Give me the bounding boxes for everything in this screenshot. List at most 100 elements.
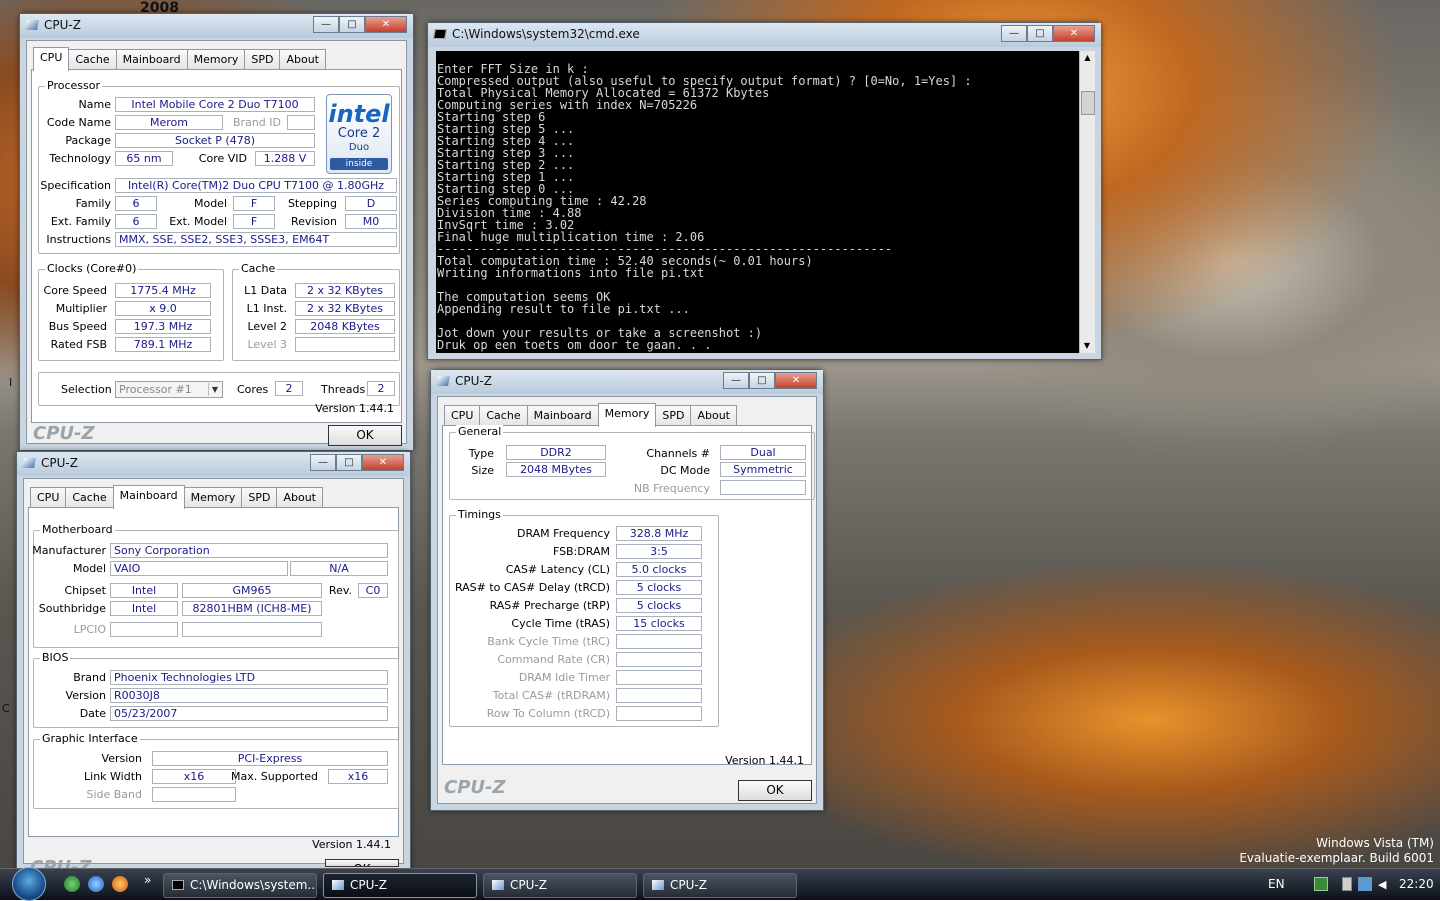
version-label: Version 1.44.1 — [315, 402, 394, 415]
chevron-down-icon[interactable]: ▼ — [208, 383, 221, 396]
cpuz-logo: CPU-Z — [33, 423, 95, 444]
scroll-up-icon[interactable]: ▲ — [1080, 51, 1095, 65]
value-corevid: 1.288 V — [255, 151, 315, 166]
start-button[interactable] — [12, 867, 46, 901]
task-cmd[interactable]: C:\Windows\system... — [163, 873, 317, 898]
value-specification: Intel(R) Core(TM)2 Duo CPU T7100 @ 1.80G… — [115, 178, 397, 193]
task-cpuz-2[interactable]: CPU-Z — [483, 873, 637, 898]
cpuz-cpu-window[interactable]: CPU-Z — □ ✕ CPU Cache Mainboard Memory S… — [19, 13, 414, 451]
label-family: Family — [75, 197, 111, 210]
timing-label: RAS# Precharge (tRP) — [489, 599, 610, 612]
label-extmodel: Ext. Model — [169, 215, 227, 228]
tab-about[interactable]: About — [276, 487, 323, 508]
timings-group: Timings DRAM Frequency 328.8 MHz FSB:DRAM 3… — [449, 508, 719, 727]
ok-button[interactable]: OK — [325, 859, 399, 867]
tab-spd[interactable]: SPD — [244, 49, 281, 70]
tab-about[interactable]: About — [690, 405, 737, 426]
tab-cache[interactable]: Cache — [65, 487, 114, 508]
cmd-titlebar[interactable]: C:\Windows\system32\cmd.exe — □ ✕ — [428, 23, 1101, 47]
tab-cpu[interactable]: CPU — [33, 47, 70, 71]
cmd-window[interactable]: C:\Windows\system32\cmd.exe — □ ✕ Enter … — [427, 22, 1102, 360]
quicklaunch-messenger-icon[interactable] — [64, 876, 80, 892]
ok-button[interactable]: OK — [328, 425, 402, 446]
battery-icon[interactable] — [1342, 877, 1352, 891]
label-technology: Technology — [49, 152, 111, 165]
tab-memory[interactable]: Memory — [597, 403, 657, 427]
value-chipset: GM965 — [182, 583, 322, 598]
console-scrollbar[interactable]: ▲ ▼ — [1079, 51, 1095, 353]
label-model: Model — [72, 562, 106, 575]
value-extmodel: F — [233, 214, 275, 229]
cpuz-app-icon — [22, 458, 36, 468]
network-lan-icon[interactable] — [1314, 877, 1328, 891]
cpuz-titlebar[interactable]: CPU-Z — □ ✕ — [17, 452, 410, 476]
minimize-button[interactable]: — — [313, 16, 339, 33]
motherboard-group: Motherboard Manufacturer Sony Corporatio… — [32, 523, 399, 648]
label-rev: Rev. — [328, 584, 352, 597]
maximize-button[interactable]: □ — [749, 372, 775, 389]
tab-mainboard[interactable]: Mainboard — [526, 405, 599, 426]
label-chipset: Chipset — [64, 584, 106, 597]
tab-cpu[interactable]: CPU — [444, 405, 481, 426]
console-output[interactable]: Enter FFT Size in k : Compressed output … — [436, 51, 1079, 353]
label-threads: Threads — [321, 383, 366, 396]
quicklaunch-ie-icon[interactable] — [88, 876, 104, 892]
value-extfamily: 6 — [115, 214, 157, 229]
value-family: 6 — [115, 196, 157, 211]
language-indicator[interactable]: EN — [1268, 877, 1285, 891]
close-button[interactable]: ✕ — [365, 16, 407, 33]
value-revision: M0 — [345, 214, 397, 229]
label-name: Name — [78, 98, 111, 111]
watermark-line1: Windows Vista (TM) — [1316, 836, 1434, 850]
value-package: Socket P (478) — [115, 133, 315, 148]
timing-value: 15 clocks — [616, 616, 702, 631]
minimize-button[interactable]: — — [723, 372, 749, 389]
tab-memory[interactable]: Memory — [186, 49, 246, 70]
tab-cpu[interactable]: CPU — [30, 487, 67, 508]
tab-about[interactable]: About — [279, 49, 326, 70]
tab-cache[interactable]: Cache — [68, 49, 117, 70]
maximize-button[interactable]: □ — [1027, 25, 1053, 42]
desktop-stray-text-left2: C — [2, 702, 10, 715]
group-title: Timings — [456, 508, 503, 521]
timing-value — [616, 670, 702, 685]
task-cpuz-1[interactable]: CPU-Z — [323, 873, 477, 898]
ok-button[interactable]: OK — [738, 780, 812, 801]
tab-memory[interactable]: Memory — [183, 487, 243, 508]
cpuz-mainboard-window[interactable]: CPU-Z — □ ✕ CPU Cache Mainboard Memory S… — [16, 451, 411, 871]
value-gi-version: PCI-Express — [152, 751, 388, 766]
tab-mainboard[interactable]: Mainboard — [115, 49, 188, 70]
value-technology: 65 nm — [115, 151, 173, 166]
quicklaunch-more-icon[interactable]: » — [144, 873, 151, 887]
cpu-tab-page: Processor Name Intel Mobile Core 2 Duo T… — [31, 69, 402, 423]
tab-cache[interactable]: Cache — [479, 405, 528, 426]
timing-label: CAS# Latency (CL) — [505, 563, 610, 576]
maximize-button[interactable]: □ — [336, 454, 362, 471]
value-brand: Phoenix Technologies LTD — [110, 670, 388, 685]
task-label: CPU-Z — [510, 878, 547, 892]
cpuz-memory-window[interactable]: CPU-Z — □ ✕ CPU Cache Mainboard Memory S… — [430, 369, 824, 811]
minimize-button[interactable]: — — [310, 454, 336, 471]
quicklaunch-firefox-icon[interactable] — [112, 876, 128, 892]
tab-spd[interactable]: SPD — [655, 405, 692, 426]
task-cpuz-3[interactable]: CPU-Z — [643, 873, 797, 898]
label-extfamily: Ext. Family — [50, 215, 111, 228]
maximize-button[interactable]: □ — [339, 16, 365, 33]
cpuz-titlebar[interactable]: CPU-Z — □ ✕ — [431, 370, 823, 394]
minimize-button[interactable]: — — [1001, 25, 1027, 42]
scroll-down-icon[interactable]: ▼ — [1080, 339, 1094, 353]
processor-select[interactable]: Processor #1 ▼ — [115, 381, 223, 398]
cpuz-titlebar[interactable]: CPU-Z — □ ✕ — [20, 14, 413, 38]
close-button[interactable]: ✕ — [362, 454, 404, 471]
close-button[interactable]: ✕ — [775, 372, 817, 389]
volume-icon[interactable]: ◀ — [1378, 878, 1386, 891]
scroll-thumb[interactable] — [1081, 91, 1095, 115]
close-button[interactable]: ✕ — [1053, 25, 1095, 42]
timing-value — [616, 688, 702, 703]
window-title: CPU-Z — [44, 18, 81, 32]
tab-spd[interactable]: SPD — [241, 487, 278, 508]
tab-mainboard[interactable]: Mainboard — [112, 485, 185, 509]
network-icon[interactable] — [1358, 877, 1372, 891]
value-rev: C0 — [358, 583, 388, 598]
clock[interactable]: 22:20 — [1399, 877, 1434, 891]
